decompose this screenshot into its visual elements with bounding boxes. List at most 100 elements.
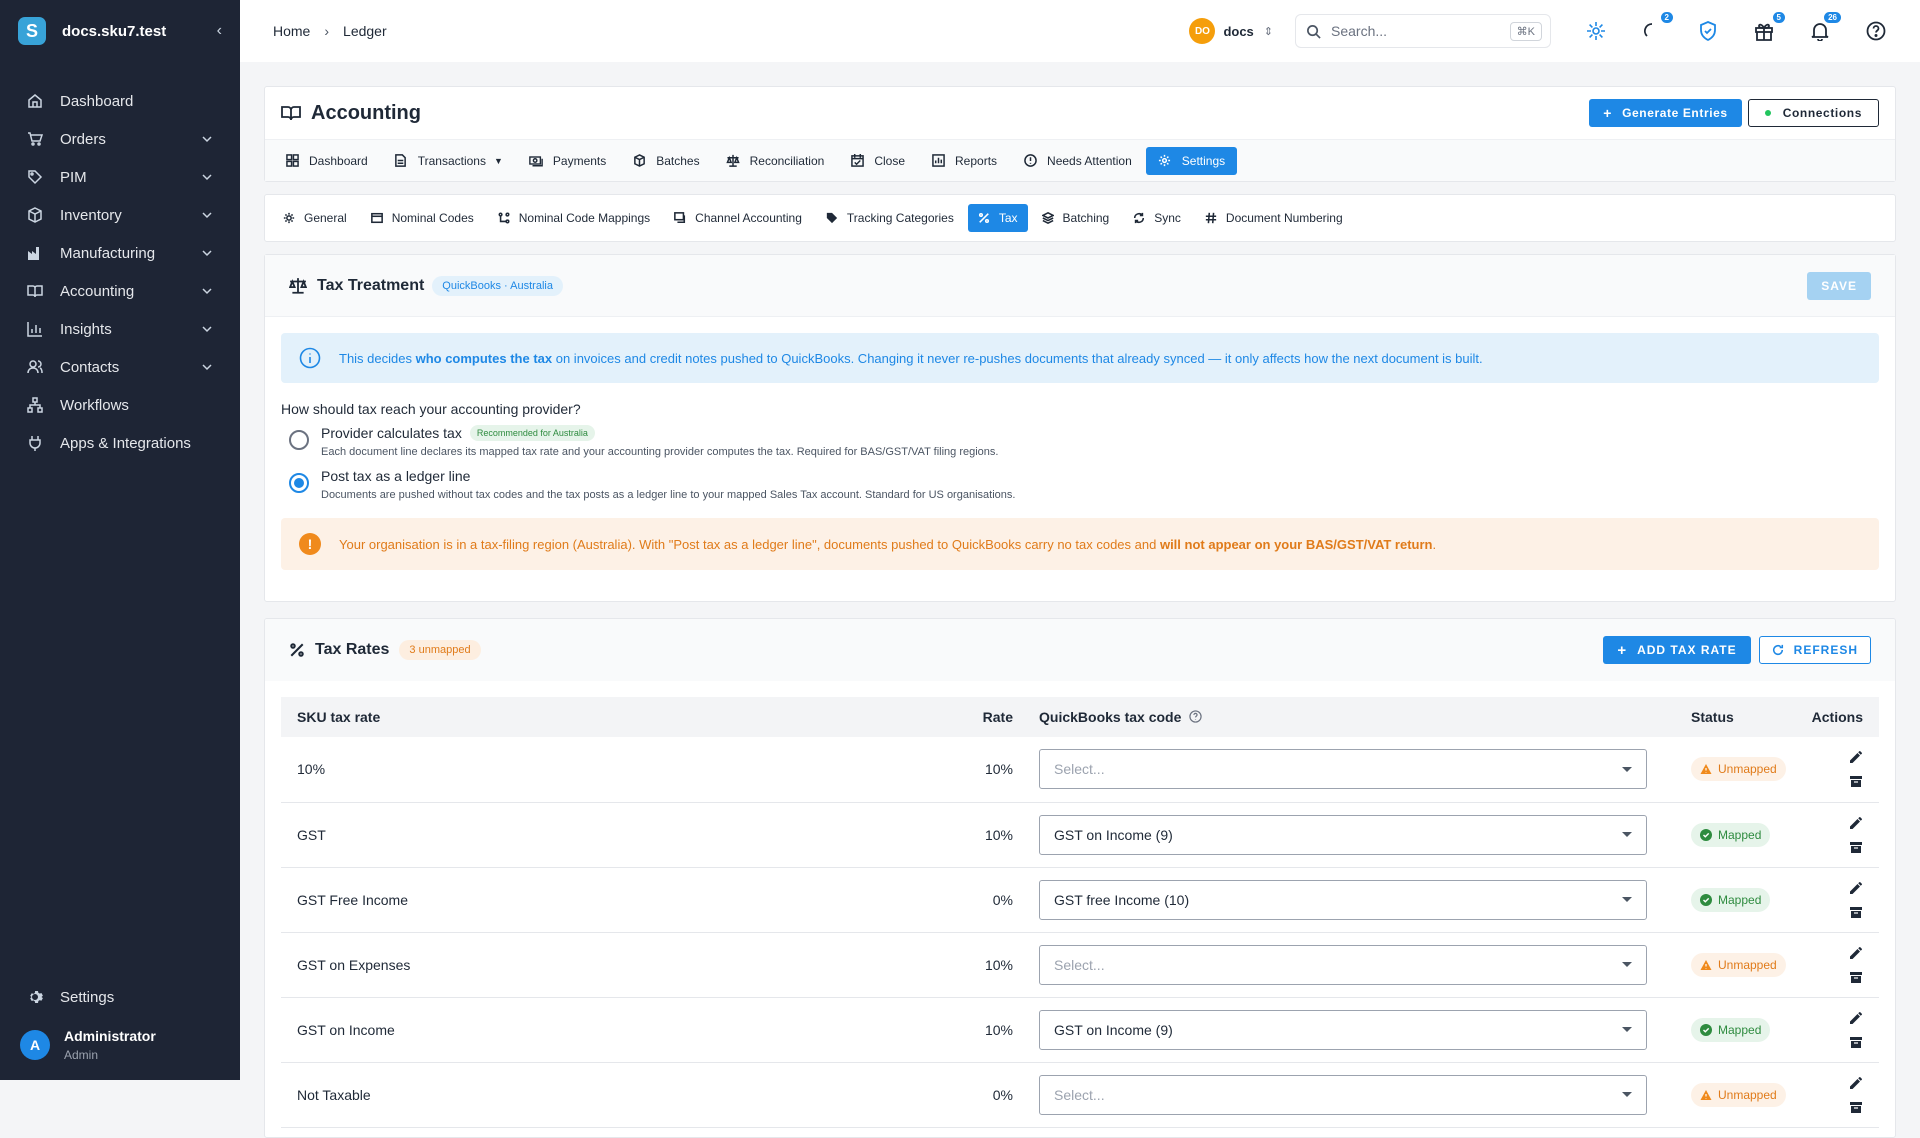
sidebar-item-orders[interactable]: Orders: [0, 120, 240, 158]
tab-label: Batches: [656, 153, 700, 168]
dashboard-icon: [285, 154, 299, 168]
sidebar-item-settings[interactable]: Settings: [0, 978, 240, 1016]
refresh-button[interactable]: REFRESH: [1758, 636, 1871, 664]
edit-icon[interactable]: [1849, 1076, 1863, 1090]
ai-sparkle-icon[interactable]: [1585, 20, 1607, 42]
status-label: Unmapped: [1718, 1087, 1777, 1102]
unmapped-count-chip: 3 unmapped: [399, 640, 481, 660]
radio-button[interactable]: [289, 430, 309, 450]
save-button[interactable]: SAVE: [1807, 271, 1871, 300]
org-switcher[interactable]: DO docs ⇕: [1189, 18, 1273, 44]
tab-tracking-categories[interactable]: Tracking Categories: [816, 204, 964, 232]
chevron-down-icon[interactable]: [200, 284, 214, 298]
sidebar-item-apps-integrations[interactable]: Apps & Integrations: [0, 424, 240, 462]
tab-sync[interactable]: Sync: [1123, 204, 1191, 232]
user-profile[interactable]: A Administrator Admin: [0, 1016, 240, 1080]
sidebar-item-pim[interactable]: PIM: [0, 158, 240, 196]
tax-code-select[interactable]: Select...: [1039, 749, 1647, 790]
column-header-code[interactable]: QuickBooks tax code: [1021, 697, 1661, 737]
tab-transactions[interactable]: Transactions ▼: [382, 147, 515, 175]
sidebar-item-dashboard[interactable]: Dashboard: [0, 82, 240, 120]
notification-badge: 26: [1824, 12, 1841, 23]
status-badge: Unmapped: [1691, 757, 1786, 782]
add-tax-rate-button[interactable]: + ADD TAX RATE: [1603, 636, 1751, 664]
brand-logo[interactable]: S: [18, 17, 46, 45]
tab-nominal-code-mappings[interactable]: Nominal Code Mappings: [488, 204, 660, 232]
tab-nominal-codes[interactable]: Nominal Codes: [361, 204, 484, 232]
tab-document-numbering[interactable]: Document Numbering: [1195, 204, 1353, 232]
tax-code-select[interactable]: GST on Income (9): [1039, 1009, 1647, 1050]
tax-rate-name: GST on Income: [281, 997, 961, 1063]
archive-icon[interactable]: [1849, 1035, 1863, 1049]
sidebar-item-inventory[interactable]: Inventory: [0, 196, 240, 234]
status-cell: Unmapped: [1661, 1062, 1801, 1128]
archive-icon[interactable]: [1849, 970, 1863, 984]
table-row: Not Taxable 0% Select... Unmapped: [281, 1062, 1879, 1128]
gift-icon[interactable]: 5: [1753, 12, 1785, 42]
sidebar-item-accounting[interactable]: Accounting: [0, 272, 240, 310]
sync-status-icon[interactable]: 2: [1641, 12, 1673, 42]
warning-text-part: .: [1432, 536, 1437, 552]
tab-tax[interactable]: Tax: [967, 204, 1028, 232]
chevron-down-icon[interactable]: [200, 246, 214, 260]
tab-channel-accounting[interactable]: Channel Accounting: [664, 204, 812, 232]
help-icon[interactable]: [1865, 20, 1887, 42]
radio-button-selected[interactable]: [289, 473, 309, 493]
tax-code-select[interactable]: Select...: [1039, 944, 1647, 985]
tax-rate-value: 0%: [961, 867, 1021, 933]
connections-button[interactable]: Connections: [1747, 99, 1879, 127]
tab-needs-attention[interactable]: Needs Attention: [1011, 147, 1144, 175]
archive-icon[interactable]: [1849, 905, 1863, 919]
edit-icon[interactable]: [1849, 750, 1863, 764]
accounting-header: Accounting + Generate Entries Connection…: [264, 86, 1896, 182]
search-input[interactable]: Search... ⌘K: [1295, 14, 1551, 48]
edit-icon[interactable]: [1849, 946, 1863, 960]
status-badge: 2: [1660, 12, 1673, 23]
breadcrumb-home[interactable]: Home: [273, 23, 310, 39]
tax-code-value: GST on Income (9): [1054, 1021, 1173, 1038]
archive-icon[interactable]: [1849, 840, 1863, 854]
sidebar-item-label: Inventory: [60, 206, 122, 224]
sidebar-item-insights[interactable]: Insights: [0, 310, 240, 348]
tax-code-select[interactable]: GST on Income (9): [1039, 814, 1647, 855]
user-name: Administrator: [64, 1028, 156, 1044]
tab-general[interactable]: General: [273, 204, 357, 232]
shield-icon[interactable]: [1697, 20, 1719, 42]
option-post-ledger-line[interactable]: Post tax as a ledger line Documents are …: [281, 468, 1879, 501]
option-provider-calculates[interactable]: Provider calculates tax Recommended for A…: [281, 425, 1879, 458]
edit-icon[interactable]: [1849, 1011, 1863, 1025]
bell-icon[interactable]: 26: [1809, 12, 1841, 42]
sidebar-item-manufacturing[interactable]: Manufacturing: [0, 234, 240, 272]
tab-dashboard[interactable]: Dashboard: [273, 147, 380, 175]
sidebar-item-workflows[interactable]: Workflows: [0, 386, 240, 424]
tab-batches[interactable]: Batches: [620, 147, 711, 175]
chevron-down-icon[interactable]: [200, 132, 214, 146]
add-tax-rate-label: ADD TAX RATE: [1637, 643, 1737, 657]
tax-code-select[interactable]: GST free Income (10): [1039, 879, 1647, 920]
generate-entries-button[interactable]: + Generate Entries: [1589, 99, 1742, 127]
tab-reconciliation[interactable]: Reconciliation: [714, 147, 837, 175]
tab-payments[interactable]: Payments: [517, 147, 618, 175]
collapse-sidebar-icon[interactable]: ‹: [217, 22, 222, 40]
column-header-rate[interactable]: Rate: [961, 697, 1021, 737]
tab-batching[interactable]: Batching: [1032, 204, 1120, 232]
column-header-status[interactable]: Status: [1661, 697, 1801, 737]
archive-icon[interactable]: [1849, 1100, 1863, 1114]
status-label: Mapped: [1718, 892, 1762, 907]
archive-icon[interactable]: [1849, 774, 1863, 788]
help-icon[interactable]: [1189, 710, 1202, 723]
chevron-down-icon[interactable]: [200, 360, 214, 374]
tab-reports[interactable]: Reports: [919, 147, 1009, 175]
chevron-down-icon[interactable]: [200, 170, 214, 184]
chevron-down-icon[interactable]: [200, 208, 214, 222]
tax-rate-name: 10%: [281, 737, 961, 803]
chevron-down-icon[interactable]: [200, 322, 214, 336]
edit-icon[interactable]: [1849, 816, 1863, 830]
tab-settings[interactable]: Settings: [1145, 146, 1238, 175]
sidebar-item-contacts[interactable]: Contacts: [0, 348, 240, 386]
tax-code-select[interactable]: Select...: [1039, 1074, 1647, 1115]
edit-icon[interactable]: [1849, 881, 1863, 895]
column-header-name[interactable]: SKU tax rate: [281, 697, 961, 737]
tab-close[interactable]: Close: [838, 147, 917, 175]
status-label: Mapped: [1718, 827, 1762, 842]
